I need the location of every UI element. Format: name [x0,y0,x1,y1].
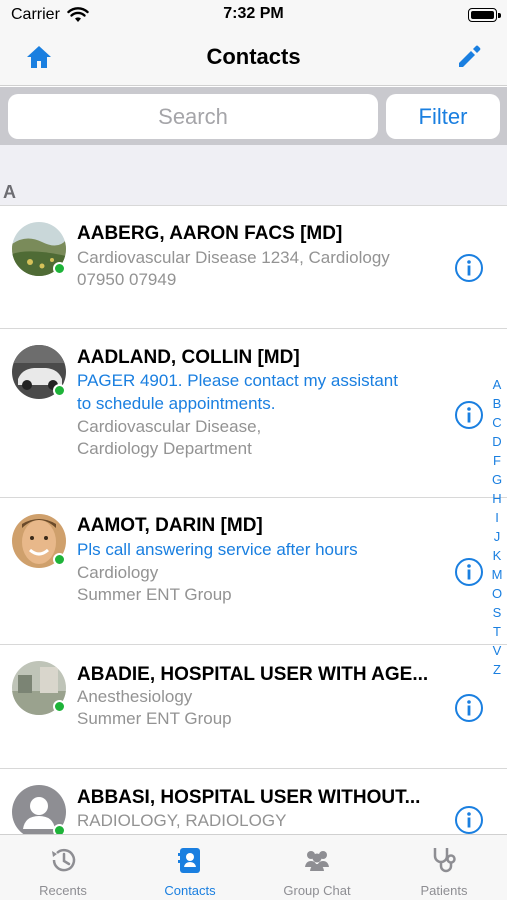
tab-label: Recents [39,883,87,898]
index-letter[interactable]: D [488,432,506,451]
online-status-dot [53,384,66,397]
online-status-dot [53,824,66,834]
tab-recents[interactable]: Recents [0,835,126,900]
contact-detail: Summer ENT Group [77,585,232,604]
info-icon[interactable] [454,557,484,587]
info-icon[interactable] [454,253,484,283]
contact-row-abadie[interactable]: ABADIE, HOSPITAL USER WITH AGE... Anesth… [0,646,507,769]
contact-detail: Cardiology [77,563,159,582]
clock-history-icon [52,848,76,872]
group-icon [305,851,329,871]
tab-label: Contacts [164,883,216,898]
section-header: A [0,175,507,206]
index-letter[interactable]: G [488,470,506,489]
contact-name: ABADIE, HOSPITAL USER WITH AGE... [77,664,429,685]
info-icon[interactable] [454,400,484,430]
contact-detail: RADIOLOGY, RADIOLOGY [77,811,287,830]
contact-detail: Cardiology Department [77,439,252,458]
contact-name: AAMOT, DARIN [MD] [77,515,263,536]
filter-button[interactable]: Filter [386,94,500,139]
contact-note: to schedule appointments. [77,394,276,413]
navigation-bar: Contacts [0,30,507,86]
index-letter[interactable]: S [488,603,506,622]
index-letter[interactable]: I [488,508,506,527]
tab-patients[interactable]: Patients [381,835,507,900]
info-icon[interactable] [454,693,484,723]
contact-row-aamot[interactable]: AAMOT, DARIN [MD] Pls call answering ser… [0,499,507,645]
contact-row-aadland[interactable]: AADLAND, COLLIN [MD] PAGER 4901. Please … [0,330,507,498]
index-letter[interactable]: H [488,489,506,508]
index-letter[interactable]: M [488,565,506,584]
battery-icon [468,8,501,22]
index-letter[interactable]: B [488,394,506,413]
index-letter[interactable]: J [488,527,506,546]
online-status-dot [53,700,66,713]
contact-detail: Anesthesiology [77,687,193,706]
index-letter[interactable]: V [488,641,506,660]
index-letter[interactable]: K [488,546,506,565]
search-input[interactable] [8,94,378,139]
index-letter[interactable]: C [488,413,506,432]
online-status-dot [53,262,66,275]
stethoscope-icon [433,848,456,873]
search-bar: Filter [0,87,507,145]
contact-detail: 07950 07949 [77,270,177,289]
online-status-dot [53,553,66,566]
index-letter[interactable]: Z [488,660,506,679]
contact-note: Pls call answering service after hours [77,540,358,559]
info-icon[interactable] [454,805,484,834]
tab-group-chat[interactable]: Group Chat [254,835,380,900]
spacer [0,145,507,175]
tab-label: Group Chat [283,883,351,898]
clock-time: 7:32 PM [223,5,284,22]
tab-contacts[interactable]: Contacts [127,835,253,900]
index-letter[interactable]: A [488,375,506,394]
contact-detail: Cardiovascular Disease 1234, Cardiology [77,248,390,267]
contact-name: AADLAND, COLLIN [MD] [77,347,300,368]
index-letter[interactable]: T [488,622,506,641]
contact-row-aaberg[interactable]: AABERG, AARON FACS [MD] Cardiovascular D… [0,206,507,329]
contact-detail: Summer ENT Group [77,709,232,728]
contact-note: PAGER 4901. Please contact my assistant [77,371,398,390]
index-letter[interactable]: F [488,451,506,470]
contact-name: ABBASI, HOSPITAL USER WITHOUT... [77,787,421,808]
contact-detail: Cardiovascular Disease, [77,417,262,436]
tab-bar: Recents Contacts Group Chat Patients [0,834,507,900]
section-letter: A [3,182,16,202]
page-title: Contacts [206,44,301,69]
index-letter[interactable]: O [488,584,506,603]
section-index[interactable]: A B C D F G H I J K M O S T V Z [488,375,506,679]
status-bar: Carrier 7:32 PM [0,0,507,30]
contact-name: AABERG, AARON FACS [MD] [77,223,343,244]
tab-label: Patients [420,883,468,898]
edit-pencil-icon[interactable] [455,43,483,71]
contact-row-abbasi[interactable]: ABBASI, HOSPITAL USER WITHOUT... RADIOLO… [0,770,507,834]
contact-card-icon [178,848,200,873]
